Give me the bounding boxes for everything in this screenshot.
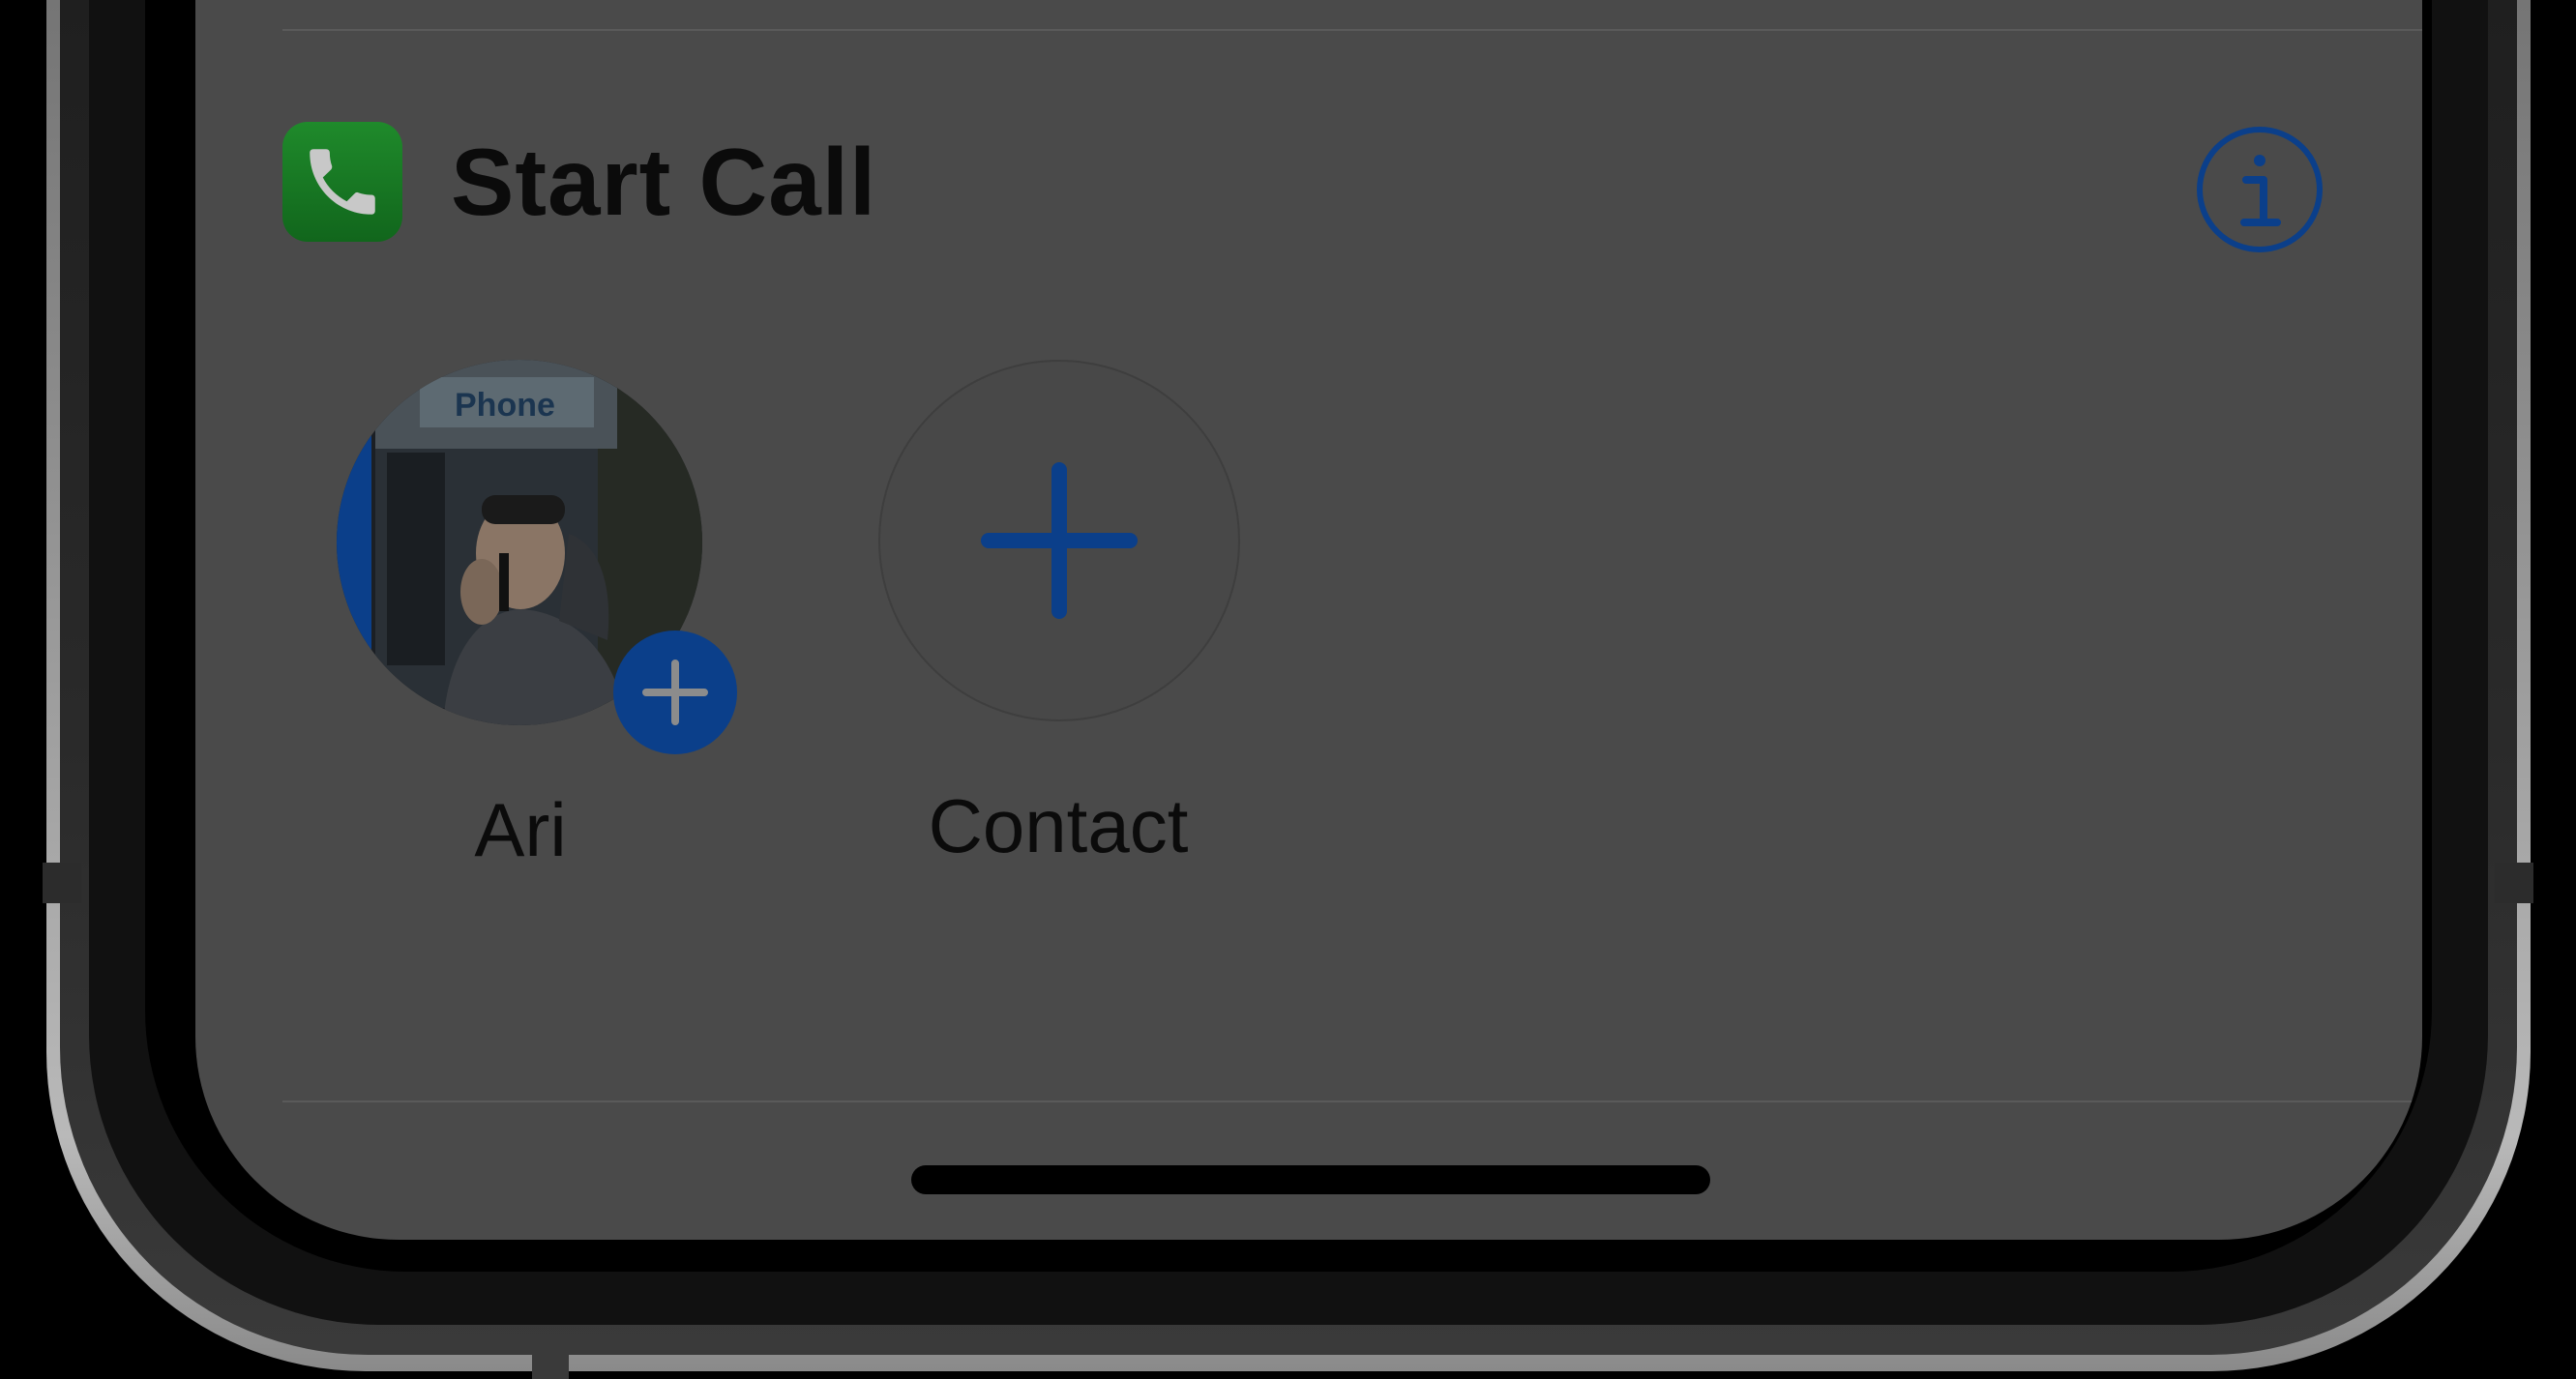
add-contact-circle (878, 360, 1240, 721)
phone-app-icon (282, 122, 402, 242)
plus-icon (981, 462, 1138, 619)
info-button[interactable] (2196, 126, 2324, 253)
screen: Start Call Phone Ari Contact (195, 0, 2422, 1240)
card-title: Start Call (451, 129, 877, 235)
device-stage: Start Call Phone Ari Contact (0, 0, 2576, 1379)
bottom-separator (282, 1100, 2422, 1102)
plus-icon (613, 631, 737, 754)
info-icon (2197, 127, 2323, 252)
top-separator (282, 29, 2422, 31)
side-button-right (2495, 863, 2533, 903)
home-indicator[interactable] (911, 1165, 1710, 1194)
contact-label: Ari (474, 787, 567, 872)
side-button-left (43, 863, 81, 903)
bottom-port (532, 1354, 569, 1379)
phone-handset-icon (310, 149, 375, 215)
contact-label: Contact (928, 783, 1189, 868)
add-badge[interactable] (611, 629, 739, 756)
booth-sign-text: Phone (455, 387, 555, 424)
